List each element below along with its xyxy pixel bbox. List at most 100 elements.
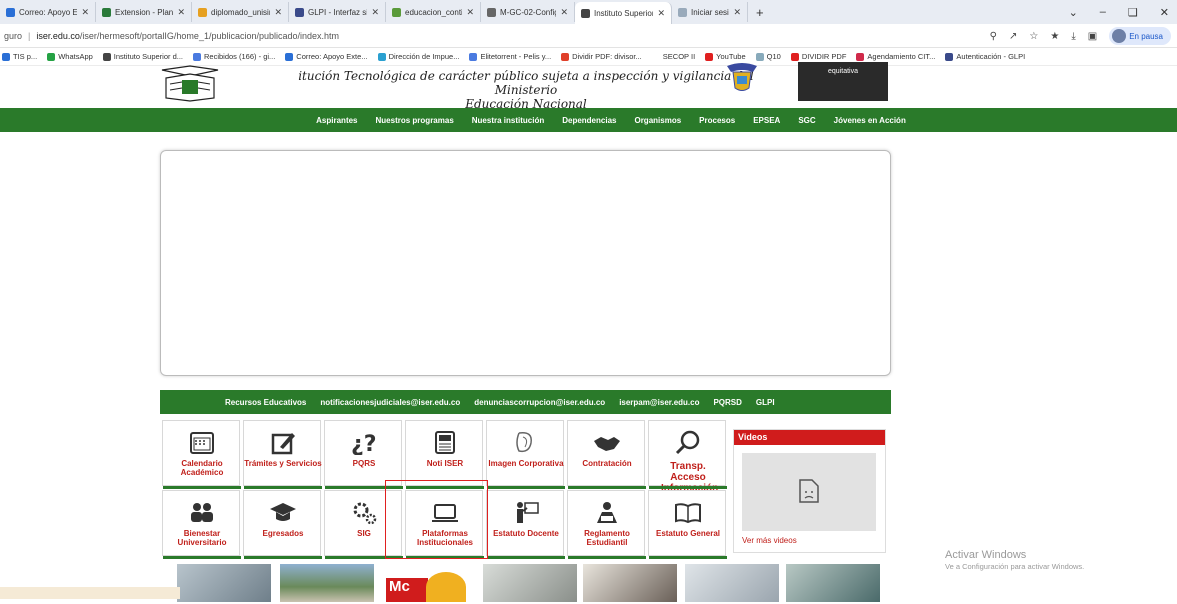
tab-close-icon[interactable]: ✕ [466, 7, 474, 18]
address-bar[interactable]: guro | iser.edu.co/iser/hermesoft/portal… [0, 24, 1177, 48]
download-icon[interactable]: ⤓ [1071, 31, 1075, 42]
bookmark-favicon-icon [102, 52, 111, 61]
news-photo[interactable] [177, 564, 271, 602]
service-tile[interactable]: Trámites y Servicios [243, 420, 322, 489]
nav-item[interactable]: SGC [796, 116, 817, 125]
handshake-icon [592, 429, 622, 455]
tab-search-icon[interactable]: ⌄ [1069, 6, 1078, 19]
close-icon[interactable]: ✕ [1160, 6, 1169, 19]
nav-item[interactable]: Aspirantes [314, 116, 359, 125]
extensions-icon[interactable]: ★ [1050, 31, 1059, 42]
bookmark-item[interactable]: Correo: Apoyo Exte... [285, 52, 368, 61]
browser-tab[interactable]: M-GC-02-Configuraci ✕ [481, 2, 575, 22]
new-tab-button[interactable]: + [756, 5, 764, 20]
student-icon [592, 499, 622, 525]
tab-close-icon[interactable]: ✕ [733, 7, 741, 18]
nav-item[interactable]: EPSEA [751, 116, 782, 125]
nav-item[interactable]: Nuestros programas [374, 116, 456, 125]
slogan-banner: equitativa [798, 62, 888, 101]
share-icon[interactable]: ↗ [1009, 31, 1017, 42]
graduation-cap-icon [268, 499, 298, 525]
bookmark-item[interactable]: Dirección de Impue... [377, 52, 459, 61]
bookmark-item[interactable]: Dividir PDF: divisor... [561, 52, 642, 61]
service-tile[interactable]: Calendario Académico [162, 420, 241, 489]
browser-tab[interactable]: diplomado_unisimon ✕ [192, 2, 289, 22]
contact-link[interactable]: PQRSD [713, 398, 741, 407]
service-tile[interactable]: Reglamento Estudiantil [567, 490, 646, 559]
bookmark-item[interactable]: YouTube [705, 52, 746, 61]
bookmark-favicon-icon [377, 52, 386, 61]
contact-link[interactable]: iserpam@iser.edu.co [619, 398, 699, 407]
contact-link[interactable]: denunciascorrupcion@iser.edu.co [474, 398, 605, 407]
profile-pause-button[interactable]: En pausa [1109, 27, 1171, 45]
tab-close-icon[interactable]: ✕ [560, 7, 568, 18]
contact-link[interactable]: notificacionesjudiciales@iser.edu.co [320, 398, 460, 407]
more-videos-link[interactable]: Ver más videos [742, 536, 797, 545]
minimize-icon[interactable]: – [1100, 6, 1106, 18]
zoom-icon[interactable]: ⚲ [990, 31, 997, 42]
video-placeholder[interactable] [742, 453, 876, 531]
search-icon [673, 429, 703, 455]
tab-close-icon[interactable]: ✕ [657, 8, 665, 19]
bookmark-item[interactable]: Elitetorrent - Pelis y... [469, 52, 551, 61]
bookmark-item[interactable]: Recibidos (166) - gi... [193, 52, 275, 61]
bookmark-item[interactable]: WhatsApp [47, 52, 93, 61]
news-photo[interactable]: Mc [386, 564, 480, 602]
service-tile[interactable]: Contratación [567, 420, 646, 489]
service-tile[interactable]: Egresados [243, 490, 322, 559]
bookmark-star-icon[interactable]: ☆ [1029, 31, 1038, 42]
bookmark-item[interactable]: TIS p... [2, 52, 37, 61]
contact-link[interactable]: Recursos Educativos [225, 398, 306, 407]
tile-underline [487, 556, 565, 559]
sidepanel-icon[interactable]: ▣ [1088, 31, 1097, 42]
nav-item[interactable]: Procesos [697, 116, 737, 125]
news-photo[interactable] [280, 564, 374, 602]
service-tile-label: Trámites y Servicios [244, 459, 322, 468]
service-tile[interactable]: Estatuto Docente [486, 490, 565, 559]
nav-item[interactable]: Nuestra institución [470, 116, 546, 125]
bookmark-label: TIS p... [13, 52, 38, 61]
news-photo[interactable] [786, 564, 880, 602]
nav-item[interactable]: Jóvenes en Acción [832, 116, 908, 125]
tab-close-icon[interactable]: ✕ [81, 7, 89, 18]
bookmark-label: Autenticación - GLPI [956, 52, 1026, 61]
site-header: itución Tecnológica de carácter público … [158, 62, 908, 111]
service-tile[interactable]: Bienestar Universitario [162, 490, 241, 559]
service-tile[interactable]: Noti ISER [405, 420, 484, 489]
news-photo[interactable] [685, 564, 779, 602]
bookmark-item[interactable]: Agendamiento CIT... [856, 52, 935, 61]
bottom-strip [0, 587, 180, 599]
nav-item[interactable]: Organismos [632, 116, 683, 125]
service-tile[interactable]: Imagen Corporativa [486, 420, 565, 489]
tile-underline [487, 486, 565, 489]
service-tile[interactable]: ¿? PQRS [324, 420, 403, 489]
tab-close-icon[interactable]: ✕ [371, 7, 379, 18]
bookmark-item[interactable]: SECOP II [651, 52, 695, 61]
nav-item[interactable]: Dependencias [560, 116, 618, 125]
svg-text:¿?: ¿? [351, 432, 377, 455]
service-tile[interactable]: Estatuto General [648, 490, 727, 559]
tab-label: GLPI - Interfaz simplifi [308, 7, 368, 17]
browser-tab[interactable]: GLPI - Interfaz simplifi✕ [289, 2, 386, 22]
service-tile[interactable]: Transp. Acceso Información [648, 420, 727, 494]
news-photo[interactable] [483, 564, 577, 602]
tab-close-icon[interactable]: ✕ [274, 7, 282, 18]
maximize-icon[interactable]: ❑ [1128, 6, 1138, 19]
bookmark-item[interactable]: Instituto Superior d... [102, 52, 183, 61]
browser-tab[interactable]: Iniciar sesión ✕ [672, 2, 748, 22]
browser-tab[interactable]: Correo: Apoyo Extenci✕ [0, 2, 96, 22]
browser-tab-bar: Correo: Apoyo Extenci✕Extension - Planne… [0, 0, 1177, 24]
url-text[interactable]: iser.edu.co/iser/hermesoft/portalIG/home… [36, 31, 339, 41]
bookmark-item[interactable]: Q10 [755, 52, 781, 61]
browser-tab[interactable]: educacion_continua.p✕ [386, 2, 481, 22]
contact-link[interactable]: GLPI [756, 398, 775, 407]
bookmark-label: Instituto Superior d... [113, 52, 183, 61]
browser-tab[interactable]: Instituto Superior de E✕ [575, 2, 672, 24]
bookmark-item[interactable]: Autenticación - GLPI [945, 52, 1025, 61]
windows-activation-watermark: Activar Windows Ve a Configuración para … [945, 549, 1085, 571]
bookmark-item[interactable]: DIVIDIR PDF [790, 52, 846, 61]
browser-tab[interactable]: Extension - Planner✕ [96, 2, 192, 22]
service-tile-label: Estatuto General [655, 529, 720, 538]
tab-close-icon[interactable]: ✕ [177, 7, 185, 18]
news-photo[interactable] [583, 564, 677, 602]
